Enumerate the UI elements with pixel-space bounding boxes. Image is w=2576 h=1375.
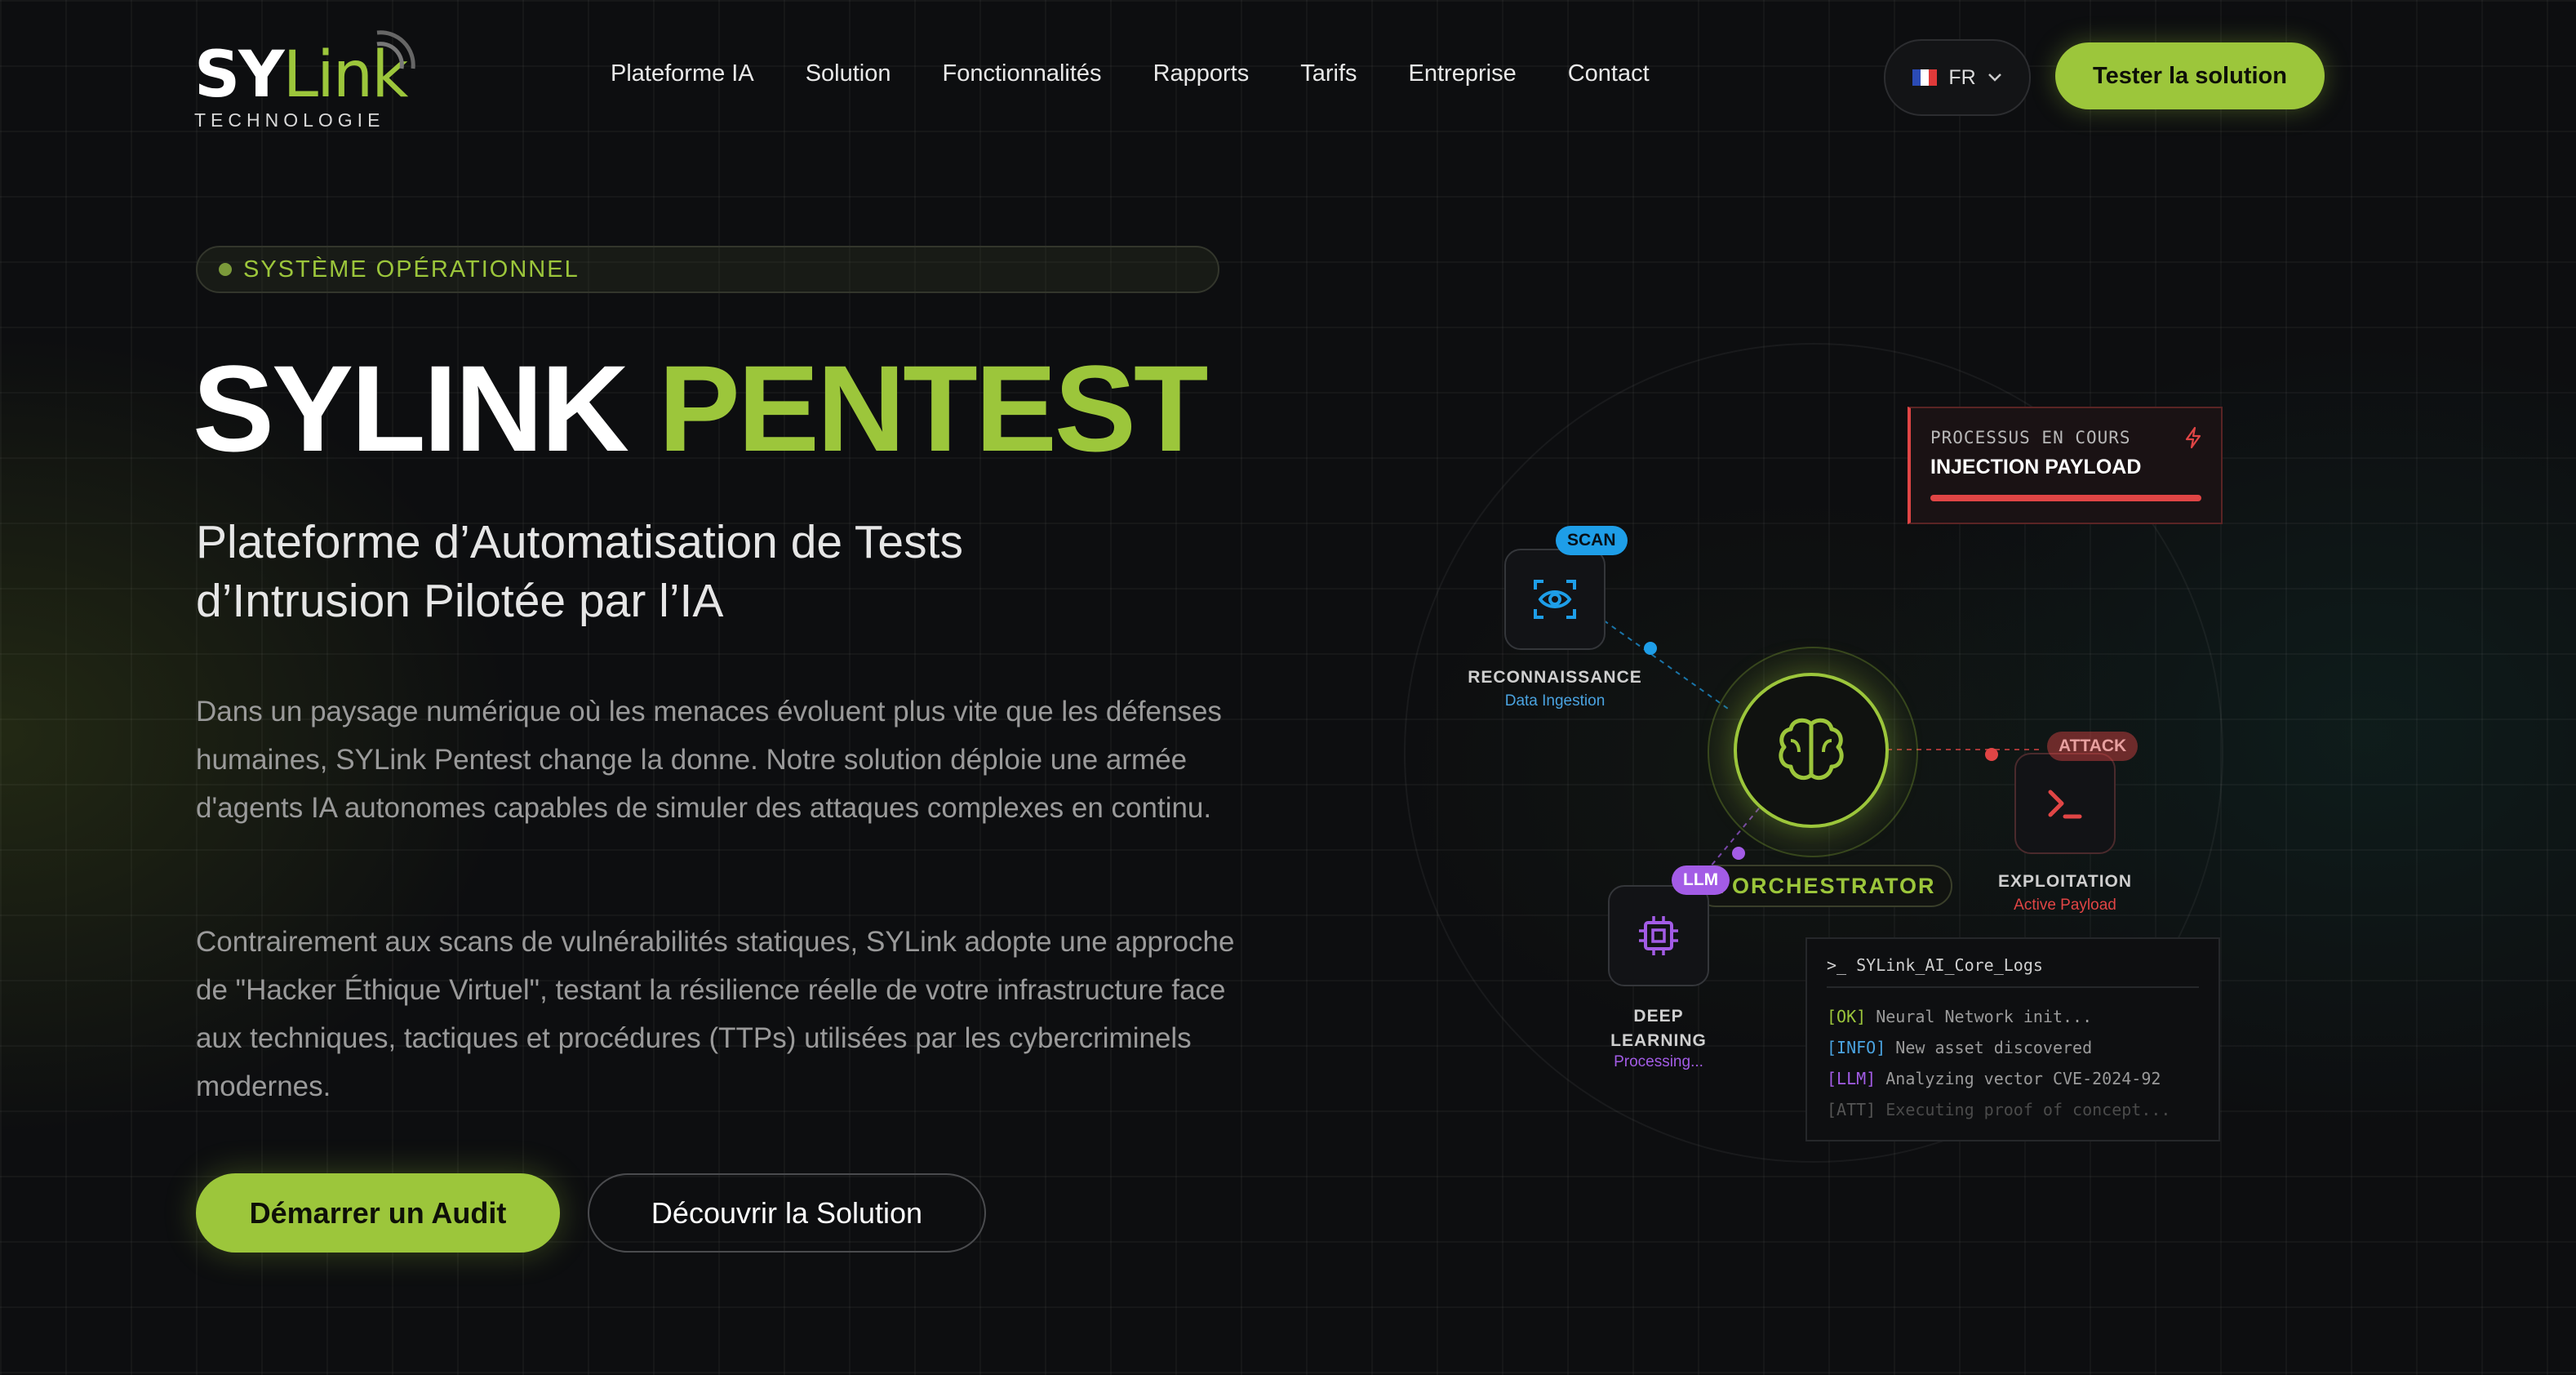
nav-rapports[interactable]: Rapports xyxy=(1153,60,1250,87)
hero-subtitle: Plateforme d’Automatisation de Tests d’I… xyxy=(196,516,963,627)
scan-eye-icon xyxy=(1534,580,1576,619)
france-flag-icon xyxy=(1912,69,1938,86)
nav-contact[interactable]: Contact xyxy=(1568,60,1650,87)
logo-sy: SY xyxy=(194,38,285,112)
process-value: INJECTION PAYLOAD xyxy=(1930,456,2142,478)
attack-tag: ATTACK xyxy=(2047,732,2139,761)
chip-icon xyxy=(1639,916,1678,955)
log-line: [OK] Neural Network init... xyxy=(1827,1001,2199,1032)
chevron-down-icon xyxy=(1988,73,2001,82)
process-progress-bar xyxy=(1930,495,2201,501)
exploit-sub: Active Payload xyxy=(2014,897,2116,914)
hero-title-white: SYLINK xyxy=(193,340,629,477)
log-text: Neural Network init... xyxy=(1876,1007,2093,1026)
llm-tag: LLM xyxy=(1672,865,1730,895)
hero-paragraph-2: Contrairement aux scans de vulnérabilité… xyxy=(196,926,1235,1102)
nav-entreprise[interactable]: Entreprise xyxy=(1409,60,1517,87)
terminal-icon xyxy=(2048,790,2082,819)
process-card: PROCESSUS EN COURS INJECTION PAYLOAD xyxy=(1908,407,2223,524)
log-line: [LLM] Analyzing vector CVE-2024-92 xyxy=(1827,1063,2199,1094)
log-tag-info: [INFO] xyxy=(1827,1038,1886,1057)
hero-title-green: PENTEST xyxy=(658,340,1209,477)
status-dot xyxy=(219,263,232,276)
nav-solution[interactable]: Solution xyxy=(806,60,891,87)
recon-sub: Data Ingestion xyxy=(1504,692,1606,710)
status-label: SYSTÈME OPÉRATIONNEL xyxy=(243,256,580,283)
deep-label-line2: LEARNING xyxy=(1610,1031,1707,1050)
log-line: [INFO] New asset discovered xyxy=(1827,1032,2199,1063)
language-selector[interactable]: FR xyxy=(1884,39,2031,116)
hero-title: SYLINK PENTEST xyxy=(193,340,1209,477)
node-exploitation[interactable] xyxy=(2014,753,2116,854)
log-tag-ok: [OK] xyxy=(1827,1007,1867,1026)
core-logs-panel: >_ SYLink_AI_Core_Logs [OK] Neural Netwo… xyxy=(1805,937,2220,1141)
logs-title-text: SYLink_AI_Core_Logs xyxy=(1856,955,2043,975)
log-tag-llm: [LLM] xyxy=(1827,1069,1876,1088)
brain-icon xyxy=(1779,718,1844,781)
signal-icon xyxy=(376,30,415,69)
try-solution-button[interactable]: Tester la solution xyxy=(2055,42,2325,109)
scan-tag: SCAN xyxy=(1556,526,1628,555)
ai-orchestrator-diagram: PROCESSUS EN COURS INJECTION PAYLOAD SCA… xyxy=(1388,327,2253,1176)
recon-label: RECONNAISSANCE xyxy=(1468,668,1642,687)
node-deep-learning[interactable] xyxy=(1608,885,1709,986)
logs-title: >_ SYLink_AI_Core_Logs xyxy=(1827,955,2199,988)
log-text: Executing proof of concept... xyxy=(1885,1100,2171,1119)
brand-logo[interactable]: SYLink TECHNOLOGIE xyxy=(194,30,415,132)
discover-solution-button[interactable]: Découvrir la Solution xyxy=(588,1173,986,1253)
process-label: PROCESSUS EN COURS xyxy=(1930,428,2131,447)
start-audit-button[interactable]: Démarrer un Audit xyxy=(196,1173,560,1253)
deep-learning-sub: Processing... xyxy=(1614,1053,1703,1070)
node-reconnaissance[interactable] xyxy=(1504,549,1606,650)
deep-learning-label: DEEP LEARNING xyxy=(1561,1004,1757,1053)
ai-core[interactable] xyxy=(1734,673,1889,828)
log-line: [ATT] Executing proof of concept... xyxy=(1827,1094,2199,1125)
exploit-label: EXPLOITATION xyxy=(1997,872,2133,891)
nav-tarifs[interactable]: Tarifs xyxy=(1300,60,1357,87)
lightning-icon xyxy=(2185,426,2201,449)
main-nav: Plateforme IA Solution Fonctionnalités R… xyxy=(611,60,1650,87)
log-text: Analyzing vector CVE-2024-92 xyxy=(1885,1069,2161,1088)
terminal-prompt-icon: >_ xyxy=(1827,955,1857,975)
hero-paragraph-1: Dans un paysage numérique où les menaces… xyxy=(196,696,1222,824)
language-code: FR xyxy=(1948,65,1976,89)
log-tag-att: [ATT] xyxy=(1827,1100,1876,1119)
nav-fonctionnalites[interactable]: Fonctionnalités xyxy=(943,60,1102,87)
log-text: New asset discovered xyxy=(1895,1038,2093,1057)
nav-plateforme-ia[interactable]: Plateforme IA xyxy=(611,60,754,87)
status-badge: SYSTÈME OPÉRATIONNEL xyxy=(196,246,1219,293)
logo-subtitle: TECHNOLOGIE xyxy=(194,109,385,131)
deep-label-line1: DEEP xyxy=(1633,1007,1684,1026)
orchestrator-label: A ORCHESTRATOR xyxy=(1694,865,1952,907)
